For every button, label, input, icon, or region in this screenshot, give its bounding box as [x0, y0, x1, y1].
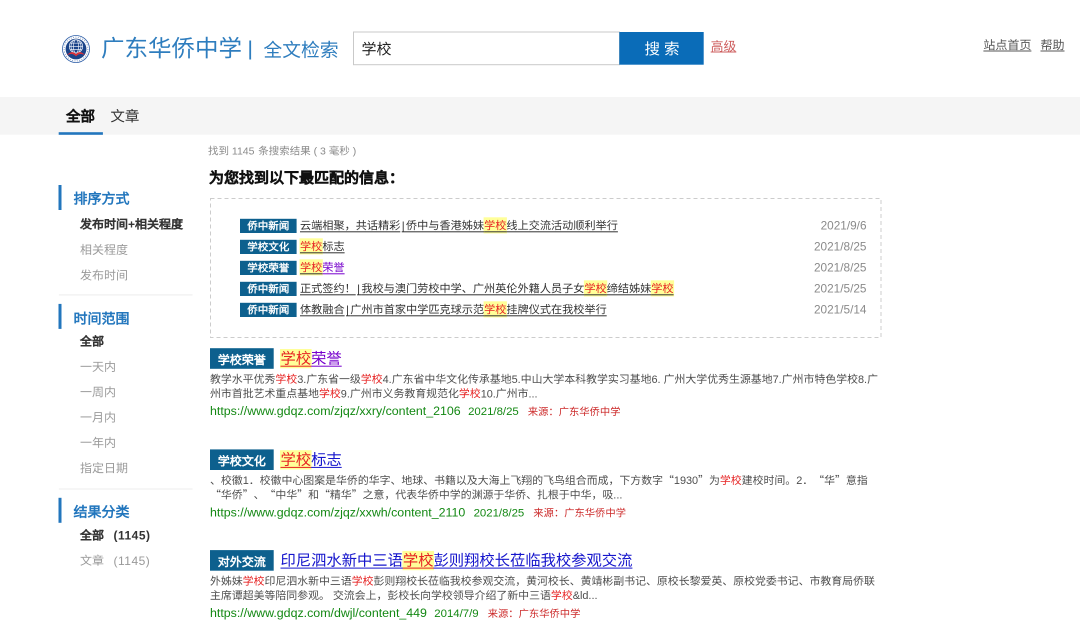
svg-text:3: 3 [320, 146, 326, 158]
svg-text:6.: 6. [652, 374, 661, 386]
svg-text:2021/8/25: 2021/8/25 [468, 406, 519, 418]
svg-text:https://www.gdqz.com/zjqz/xxwh: https://www.gdqz.com/zjqz/xxwh/content_2… [210, 505, 465, 519]
svg-text:10.: 10. [481, 388, 496, 400]
svg-text:|: | [402, 220, 406, 232]
svg-text:|: | [346, 304, 350, 316]
svg-text:https://www.gdqz.com/zjqz/xxry: https://www.gdqz.com/zjqz/xxry/content_2… [210, 404, 461, 418]
svg-text:(1145): (1145) [114, 554, 151, 568]
svg-text:2021/8/25: 2021/8/25 [814, 260, 867, 274]
svg-text:2014/7/9: 2014/7/9 [434, 608, 478, 620]
svg-text:...: ... [613, 490, 622, 502]
svg-text:): ) [353, 146, 357, 158]
svg-text:2021/8/25: 2021/8/25 [814, 239, 867, 253]
svg-text:...: ... [529, 388, 538, 400]
svg-text:1145: 1145 [232, 146, 255, 158]
svg-text:https://www.gdqz.com/dwjl/cont: https://www.gdqz.com/dwjl/content_449 [210, 606, 427, 620]
svg-text:1930: 1930 [674, 475, 698, 487]
svg-text:5.: 5. [512, 374, 521, 386]
svg-text:2021/5/14: 2021/5/14 [814, 302, 867, 316]
svg-text:(: ( [314, 146, 318, 158]
svg-text:4.: 4. [383, 374, 392, 386]
svg-text:9.: 9. [341, 388, 350, 400]
svg-text:|: | [357, 283, 361, 295]
svg-text:1: 1 [243, 475, 249, 487]
svg-text:7.: 7. [773, 374, 782, 386]
svg-text:8.: 8. [858, 374, 867, 386]
svg-text:2021/5/25: 2021/5/25 [814, 281, 867, 295]
svg-text:2: 2 [796, 475, 802, 487]
svg-text:+: + [128, 217, 135, 231]
svg-text:2021/9/6: 2021/9/6 [821, 218, 867, 232]
svg-text:2021/8/25: 2021/8/25 [474, 507, 525, 519]
svg-text:&ld...: &ld... [573, 590, 598, 602]
svg-text:3.: 3. [297, 374, 306, 386]
svg-text:(1145): (1145) [114, 529, 151, 543]
